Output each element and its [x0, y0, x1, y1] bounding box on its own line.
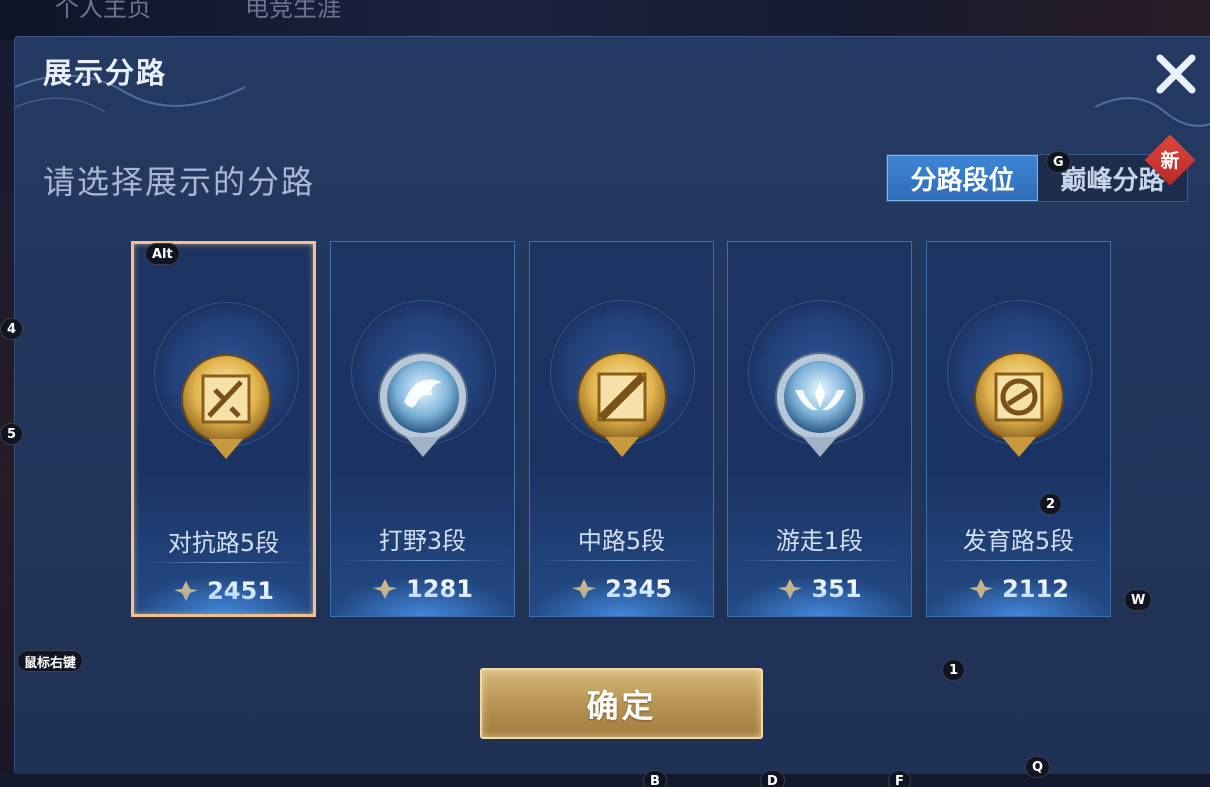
hotkey-hint-g: G [1046, 151, 1071, 173]
divider [540, 560, 705, 561]
background-text: 电竞生涯 [245, 0, 341, 22]
divider [144, 562, 309, 563]
hotkey-hint-w: W [1124, 589, 1153, 611]
hotkey-hint-4: 4 [0, 318, 24, 340]
lane-card-clash[interactable]: 对抗路5段 2451 [131, 241, 316, 617]
confirm-label: 确定 [586, 686, 657, 725]
rank-label: 打野3段 [378, 527, 467, 555]
tab-lane-rank[interactable]: 分路段位 [887, 155, 1038, 201]
close-icon [1156, 54, 1196, 94]
lane-card-roam[interactable]: 游走1段 351 [727, 241, 912, 617]
hotkey-hint-5: 5 [0, 423, 24, 445]
clash-lane-gold-icon [181, 354, 271, 459]
rank-label: 对抗路5段 [167, 529, 280, 557]
new-badge-label: 新 [1160, 150, 1180, 172]
jungle-silver-icon [378, 352, 468, 457]
rank-label: 发育路5段 [962, 527, 1075, 555]
divider [937, 560, 1102, 561]
divider [738, 560, 903, 561]
hotkey-hint-alt: Alt [145, 243, 180, 265]
hotkey-hint-right-click: 鼠标右键 [17, 650, 84, 672]
card-glow [728, 576, 911, 616]
hotkey-hint-b: B [643, 770, 667, 787]
divider [341, 560, 506, 561]
mid-lane-gold-icon [577, 352, 667, 457]
close-button[interactable] [1150, 50, 1202, 98]
card-glow [530, 576, 713, 616]
dialog-title: 展示分路 [43, 56, 168, 90]
lane-card-mid[interactable]: 中路5段 2345 [529, 241, 714, 617]
lane-card-farm[interactable]: 发育路5段 2112 [926, 241, 1111, 617]
hotkey-hint-f: F [888, 770, 911, 787]
hotkey-hint-2: 2 [1039, 493, 1063, 515]
dialog-subtitle: 请选择展示的分路 [43, 163, 316, 201]
card-glow [927, 576, 1110, 616]
background-header: 个人主页 电竞生涯 [0, 0, 1210, 40]
hotkey-hint-1: 1 [942, 659, 966, 681]
confirm-button[interactable]: 确定 [480, 668, 763, 739]
roam-silver-icon [775, 352, 865, 457]
background-left [0, 40, 14, 787]
hotkey-hint-d: D [760, 770, 785, 787]
card-glow [134, 574, 313, 614]
lane-card-jungle[interactable]: 打野3段 1281 [330, 241, 515, 617]
farm-lane-gold-icon [974, 352, 1064, 457]
rank-label: 中路5段 [577, 527, 666, 555]
tab-bar: 分路段位 巅峰分路 [886, 154, 1188, 202]
background-text: 个人主页 [55, 0, 151, 22]
hotkey-hint-q: Q [1025, 756, 1051, 778]
card-glow [331, 576, 514, 616]
rank-label: 游走1段 [775, 527, 864, 555]
